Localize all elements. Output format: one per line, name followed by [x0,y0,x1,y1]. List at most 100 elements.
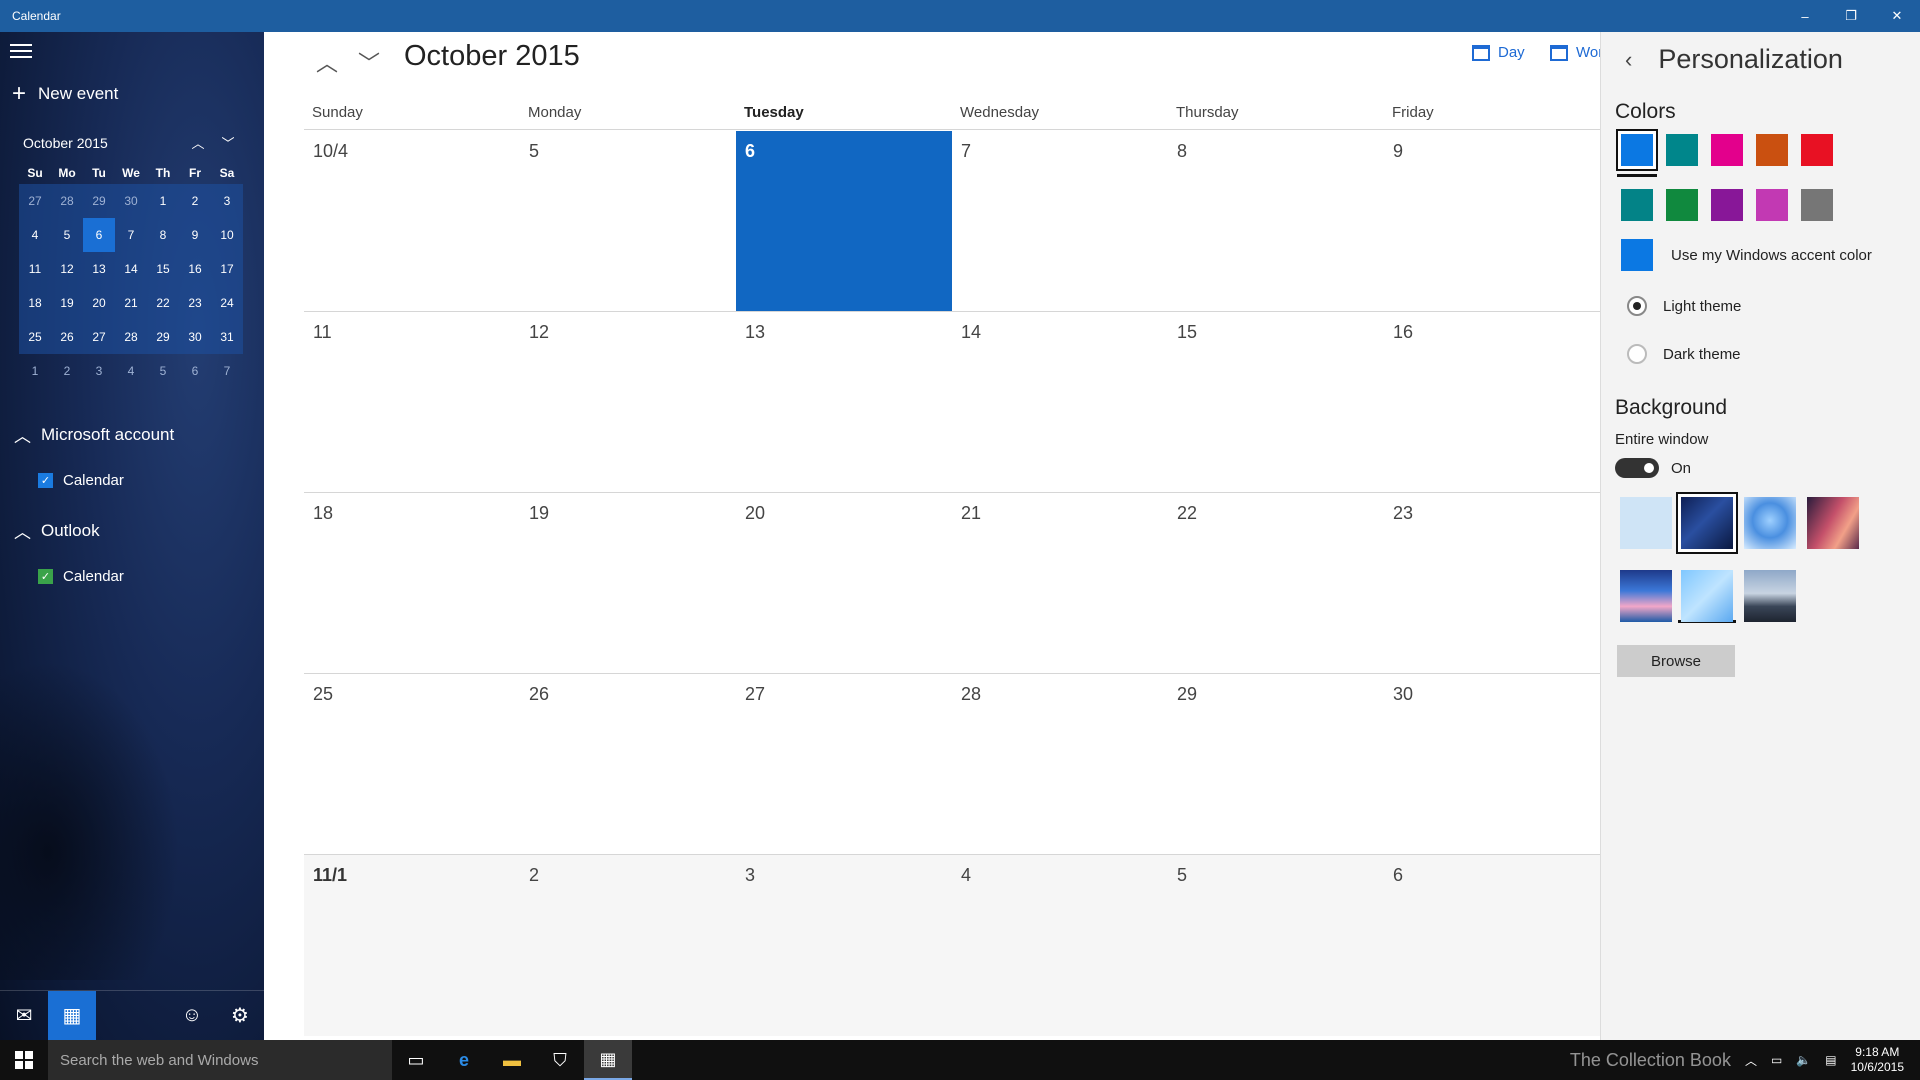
color-swatch[interactable] [1801,189,1833,221]
color-swatch[interactable] [1666,134,1698,166]
mini-day[interactable]: 5 [51,218,83,252]
mini-day[interactable]: 10 [211,218,243,252]
day-cell[interactable]: 23 [1384,493,1600,673]
day-cell[interactable]: 3 [736,855,952,1035]
calendar-toggle-outlook[interactable]: ✓ Calendar [38,568,124,585]
taskbar-search-input[interactable]: Search the web and Windows [48,1040,392,1080]
background-thumbnail-selected[interactable] [1678,494,1736,552]
file-explorer-icon[interactable]: ▬ [488,1040,536,1080]
day-cell[interactable]: 8 [1168,131,1384,311]
mini-day[interactable]: 26 [51,320,83,354]
day-cell[interactable]: 28 [952,674,1168,854]
hamburger-menu-icon[interactable] [10,44,32,60]
mini-day[interactable]: 20 [83,286,115,320]
day-cell[interactable]: 25 [304,674,520,854]
calendar-toggle-microsoft[interactable]: ✓ Calendar [38,472,124,489]
chevron-up-icon[interactable]: ︿ [1745,1052,1757,1069]
month-title[interactable]: October 2015 [404,40,580,73]
chevron-down-icon[interactable]: ﹀ [213,133,243,152]
mini-day[interactable]: 29 [147,320,179,354]
mini-day[interactable]: 12 [51,252,83,286]
network-icon[interactable]: ▭ [1771,1053,1782,1067]
store-icon[interactable]: ⛉ [536,1040,584,1080]
mini-day[interactable]: 31 [211,320,243,354]
task-view-icon[interactable]: ▭ [392,1040,440,1080]
mini-day[interactable]: 4 [115,354,147,388]
calendar-icon[interactable]: ▦ [48,990,96,1040]
calendar-app-icon[interactable]: ▦ [584,1040,632,1080]
day-cell[interactable]: 11/1 [304,855,520,1035]
day-cell[interactable]: 2 [520,855,736,1035]
accent-color-option[interactable]: Use my Windows accent color [1621,239,1872,271]
chevron-up-icon[interactable]: ︿ [316,46,338,78]
day-cell[interactable]: 21 [952,493,1168,673]
background-thumbnail[interactable] [1620,497,1672,549]
dark-theme-option[interactable]: Dark theme [1627,344,1741,364]
day-cell[interactable]: 15 [1168,312,1384,492]
mail-icon[interactable]: ✉ [0,991,48,1041]
mini-day[interactable]: 30 [115,184,147,218]
mini-day[interactable]: 2 [179,184,211,218]
day-cell[interactable]: 5 [1168,855,1384,1035]
mini-day[interactable]: 2 [51,354,83,388]
day-cell[interactable]: 12 [520,312,736,492]
color-swatch[interactable] [1666,189,1698,221]
background-thumbnail[interactable] [1681,570,1733,622]
color-swatch[interactable] [1711,134,1743,166]
day-view-button[interactable]: Day [1472,44,1525,61]
day-cell[interactable]: 13 [736,312,952,492]
workweek-view-button[interactable]: Wor [1550,44,1603,61]
mini-day[interactable]: 17 [211,252,243,286]
mini-day[interactable]: 19 [51,286,83,320]
mini-day[interactable]: 27 [19,184,51,218]
day-cell[interactable]: 4 [952,855,1168,1035]
day-cell[interactable]: 7 [952,131,1168,311]
mini-day[interactable]: 28 [51,184,83,218]
mini-day[interactable]: 15 [147,252,179,286]
mini-day[interactable]: 16 [179,252,211,286]
day-cell[interactable]: 26 [520,674,736,854]
day-cell[interactable]: 27 [736,674,952,854]
minimize-button[interactable]: – [1782,0,1828,32]
account-group-outlook[interactable]: ︿ Outlook [14,518,100,543]
mini-day[interactable]: 9 [179,218,211,252]
day-cell[interactable]: 30 [1384,674,1600,854]
mini-day[interactable]: 1 [19,354,51,388]
color-swatch[interactable] [1621,189,1653,221]
mini-day[interactable]: 13 [83,252,115,286]
mini-day[interactable]: 23 [179,286,211,320]
day-cell[interactable]: 20 [736,493,952,673]
back-arrow-icon[interactable]: ‹ [1625,47,1632,73]
new-event-button[interactable]: + New event [12,82,118,106]
edge-browser-icon[interactable]: e [440,1040,488,1080]
background-thumbnail[interactable] [1807,497,1859,549]
mini-day-today[interactable]: 6 [83,218,115,252]
mini-day[interactable]: 18 [19,286,51,320]
day-cell[interactable]: 16 [1384,312,1600,492]
entire-window-toggle[interactable] [1615,458,1659,478]
background-thumbnail[interactable] [1620,570,1672,622]
mini-day[interactable]: 30 [179,320,211,354]
checkbox-checked-icon[interactable]: ✓ [38,473,53,488]
clock[interactable]: 9:18 AM 10/6/2015 [1851,1045,1904,1075]
day-cell[interactable]: 5 [520,131,736,311]
day-cell[interactable]: 14 [952,312,1168,492]
color-swatch-selected[interactable] [1618,131,1656,169]
day-cell-today[interactable]: 6 [736,131,952,311]
action-center-icon[interactable]: ▤ [1825,1053,1836,1067]
color-swatch[interactable] [1801,134,1833,166]
mini-day[interactable]: 4 [19,218,51,252]
gear-icon[interactable]: ⚙ [216,991,264,1041]
mini-day[interactable]: 25 [19,320,51,354]
feedback-smiley-icon[interactable]: ☺ [168,991,216,1041]
background-thumbnail[interactable] [1744,570,1796,622]
mini-day[interactable]: 3 [211,184,243,218]
color-swatch[interactable] [1756,189,1788,221]
day-cell[interactable]: 9 [1384,131,1600,311]
mini-day[interactable]: 21 [115,286,147,320]
color-swatch[interactable] [1711,189,1743,221]
mini-day[interactable]: 14 [115,252,147,286]
mini-day[interactable]: 1 [147,184,179,218]
day-cell[interactable]: 22 [1168,493,1384,673]
chevron-up-icon[interactable]: ︿ [183,133,213,152]
